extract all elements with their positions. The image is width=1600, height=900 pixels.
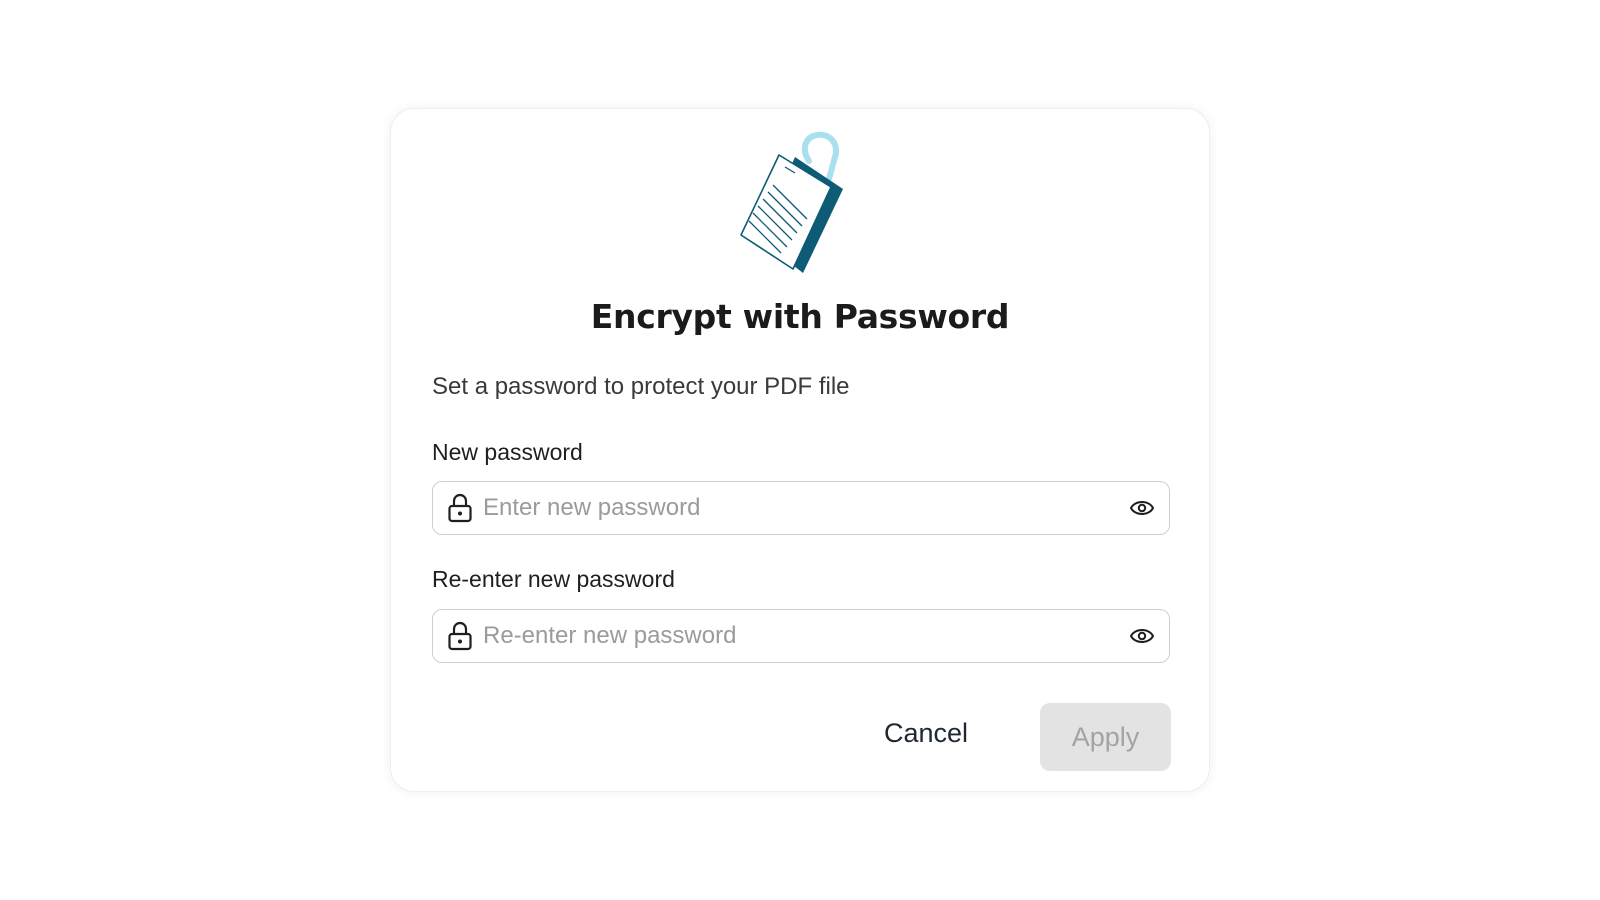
reenter-password-input[interactable] [483,610,1103,661]
dialog-subtitle: Set a password to protect your PDF file [432,373,850,400]
reenter-password-field[interactable] [432,609,1170,663]
encrypt-dialog: Encrypt with Password Set a password to … [390,108,1210,792]
eye-icon[interactable] [1129,496,1155,520]
locked-document-icon [740,131,843,273]
new-password-input[interactable] [483,482,1103,533]
new-password-field[interactable] [432,481,1170,535]
apply-button[interactable]: Apply [1040,703,1171,771]
cancel-button[interactable]: Cancel [866,705,986,761]
lock-icon [448,493,472,523]
reenter-password-label: Re-enter new password [432,566,675,592]
eye-icon[interactable] [1129,624,1155,648]
new-password-label: New password [432,439,583,465]
dialog-title: Encrypt with Password [590,297,1010,336]
lock-icon [448,621,472,651]
